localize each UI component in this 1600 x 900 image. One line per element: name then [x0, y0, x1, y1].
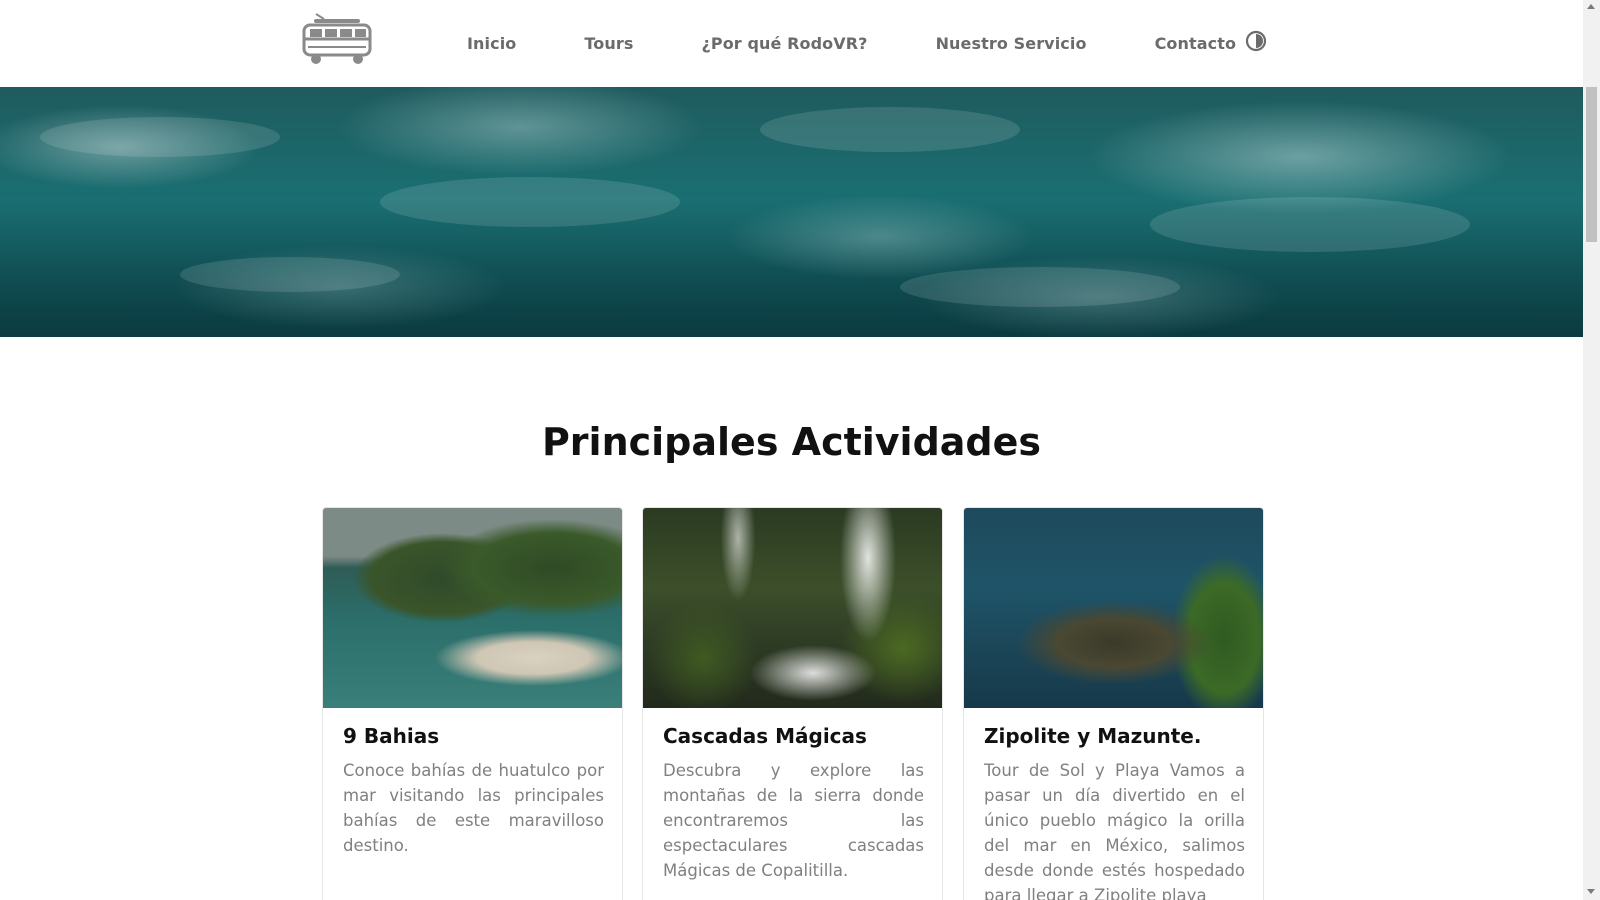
- nav-inicio[interactable]: Inicio: [467, 34, 516, 53]
- card-image-bay: [323, 508, 622, 708]
- main-nav: Inicio Tours ¿Por qué RodoVR? Nuestro Se…: [440, 0, 1304, 87]
- site-header: Inicio Tours ¿Por qué RodoVR? Nuestro Se…: [0, 0, 1583, 87]
- card-title: Zipolite y Mazunte.: [984, 724, 1202, 748]
- card-title: Cascadas Mágicas: [663, 724, 867, 748]
- scrollbar-thumb[interactable]: [1586, 87, 1597, 242]
- card-description: Conoce bahías de huatulco por mar visita…: [343, 761, 604, 855]
- section-title: Principales Actividades: [541, 420, 1042, 464]
- hero-ocean-image: [0, 87, 1583, 337]
- activity-card[interactable]: Zipolite y Mazunte. Tour de Sol y Playa …: [963, 507, 1264, 900]
- card-title: 9 Bahias: [343, 724, 440, 748]
- scroll-up-arrow-icon[interactable]: [1587, 4, 1595, 9]
- activity-card[interactable]: Cascadas Mágicas Descubra y explore las …: [642, 507, 943, 900]
- card-image-crocodile: [964, 508, 1263, 708]
- activities-cards: 9 Bahias Conoce bahías de huatulco por m…: [322, 507, 1264, 900]
- nav-nuestro-servicio[interactable]: Nuestro Servicio: [936, 34, 1087, 53]
- activity-card[interactable]: 9 Bahias Conoce bahías de huatulco por m…: [322, 507, 623, 900]
- scroll-down-arrow-icon[interactable]: [1587, 889, 1595, 894]
- page-scrollbar[interactable]: [1583, 0, 1600, 900]
- van-logo-icon[interactable]: [302, 9, 372, 67]
- card-description: Tour de Sol y Playa Vamos a pasar un día…: [984, 761, 1245, 900]
- nav-contacto[interactable]: Contacto: [1155, 34, 1237, 53]
- card-image-waterfall: [643, 508, 942, 708]
- card-description: Descubra y explore las montañas de la si…: [663, 761, 924, 880]
- contrast-icon[interactable]: [1245, 30, 1267, 52]
- nav-tours[interactable]: Tours: [584, 34, 633, 53]
- nav-por-que-rodovr[interactable]: ¿Por qué RodoVR?: [701, 34, 867, 53]
